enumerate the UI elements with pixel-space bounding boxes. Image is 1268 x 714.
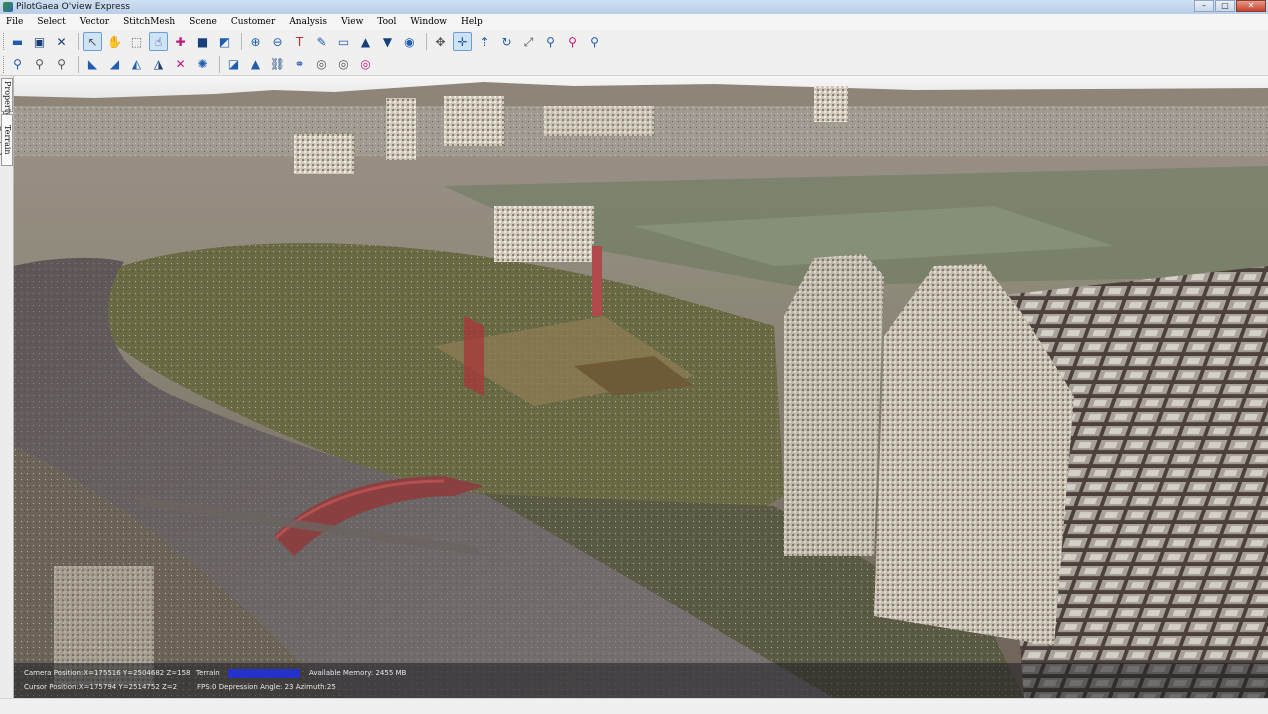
main-toolbar: ▬ ▣ ✕ ↖ ✋ ⬚ ☝ ✚ ■ ◩ ⊕ ⊖ T ✎ ▭ ▲ ▼ ◉ ✥ ✛ ⇡ ↻ ⤢ ⚲ ⚲ ⚲ (0, 30, 1268, 53)
title-bar: PilotGaea O'view Express – □ ✕ (0, 0, 1268, 14)
window-controls: – □ ✕ (1194, 0, 1266, 12)
menu-tool[interactable]: Tool (377, 17, 396, 27)
menu-bar: File Select Vector StitchMesh Scene Cust… (0, 14, 1268, 30)
fps-readout: FPS:0 Depression Angle: 23 Azimuth:25 (197, 683, 336, 691)
flatten-icon[interactable]: ▭ (334, 32, 353, 51)
menu-view[interactable]: View (341, 17, 363, 27)
menu-vector[interactable]: Vector (80, 17, 109, 27)
close-button[interactable]: ✕ (1236, 0, 1266, 12)
flood-icon[interactable]: ◮ (149, 55, 168, 74)
move-tool-icon[interactable]: ✥ (431, 32, 450, 51)
point-cloud-scene (14, 76, 1268, 698)
menu-customer[interactable]: Customer (231, 17, 276, 27)
remove-layer-icon[interactable]: ⊖ (268, 32, 287, 51)
toolbar-separator (78, 33, 79, 50)
toolbar-separator (241, 33, 242, 50)
move-axis-icon[interactable]: ✛ (453, 32, 472, 51)
pan-icon[interactable]: ✋ (105, 32, 124, 51)
select-pointer-icon[interactable]: ↖ (83, 32, 102, 51)
measure-distance-icon[interactable]: ⚲ (8, 55, 27, 74)
terrain-raise-icon[interactable]: ▲ (356, 32, 375, 51)
cursor-position-readout: Cursor Position:X=175794 Y=2514752 Z=2 (24, 683, 178, 691)
close-doc-icon[interactable]: ✕ (52, 32, 71, 51)
pin-red-icon[interactable]: ⚲ (563, 32, 582, 51)
edit-terrain-icon[interactable]: ✎ (312, 32, 331, 51)
slope-icon[interactable]: ◢ (105, 55, 124, 74)
side-tab-strip: Property Terrain Control (0, 76, 14, 698)
eye-icon[interactable]: ◎ (312, 55, 331, 74)
analysis-toolbar: ⚲ ⚲ ⚲ ◣ ◢ ◭ ◮ ✕ ✺ ◪ ▲ ⛓ ⚭ ◎ ◎ ◎ (0, 53, 1268, 76)
toolbar-separator (219, 55, 220, 73)
layer-select-icon[interactable]: ◩ (215, 32, 234, 51)
window-title: PilotGaea O'view Express (16, 2, 130, 12)
camera-position-readout: Camera Position:X=175516 Y=2504682 Z=158 (24, 669, 191, 677)
viewshed-icon[interactable]: ◪ (224, 55, 243, 74)
terrain-progress-bar (228, 669, 300, 678)
menu-help[interactable]: Help (461, 17, 483, 27)
toolbar-separator (426, 33, 427, 50)
measure-area-icon[interactable]: ⚲ (52, 55, 71, 74)
menu-scene[interactable]: Scene (189, 17, 217, 27)
rotate-icon[interactable]: ↻ (497, 32, 516, 51)
terrain-label: Terrain (196, 669, 220, 677)
menu-stitchmesh[interactable]: StitchMesh (123, 17, 175, 27)
toolbar-grip[interactable] (3, 33, 6, 50)
eye-clear-icon[interactable]: ◎ (356, 55, 375, 74)
globe-icon[interactable]: ◉ (400, 32, 419, 51)
hand-select-icon[interactable]: ☝ (149, 32, 168, 51)
eye-multi-icon[interactable]: ◎ (334, 55, 353, 74)
cut-fill-icon[interactable]: ◭ (127, 55, 146, 74)
add-point-icon[interactable]: ✚ (171, 32, 190, 51)
tab-terrain-control[interactable]: Terrain Control (0, 114, 13, 166)
maximize-button[interactable]: □ (1215, 0, 1235, 12)
rectangle-icon[interactable]: ■ (193, 32, 212, 51)
toolbar-separator (78, 55, 79, 73)
text-layer-icon[interactable]: T (290, 32, 309, 51)
zoom-box-icon[interactable]: ⬚ (127, 32, 146, 51)
measure-height-icon[interactable]: ⚲ (30, 55, 49, 74)
toolbar-grip[interactable] (3, 55, 6, 73)
pin-link-icon[interactable]: ⚲ (585, 32, 604, 51)
available-memory-readout: Available Memory: 2455 MB (309, 669, 407, 677)
settings-icon[interactable]: ✺ (193, 55, 212, 74)
add-layer-icon[interactable]: ⊕ (246, 32, 265, 51)
bottom-status-bar (0, 698, 1268, 714)
menu-select[interactable]: Select (37, 17, 65, 27)
scale-icon[interactable]: ⤢ (519, 32, 538, 51)
viewport-status-overlay: Camera Position:X=175516 Y=2504682 Z=158… (14, 663, 1268, 698)
move-up-icon[interactable]: ⇡ (475, 32, 494, 51)
profile-icon[interactable]: ◣ (83, 55, 102, 74)
app-logo-icon (3, 2, 13, 12)
menu-window[interactable]: Window (410, 17, 447, 27)
chain-icon[interactable]: ⚭ (290, 55, 309, 74)
pin-icon[interactable]: ⚲ (541, 32, 560, 51)
clear-analysis-icon[interactable]: ✕ (171, 55, 190, 74)
save-icon[interactable]: ▣ (30, 32, 49, 51)
tab-property[interactable]: Property (1, 78, 13, 116)
minimize-button[interactable]: – (1194, 0, 1214, 12)
3d-viewport[interactable]: Camera Position:X=175516 Y=2504682 Z=158… (14, 76, 1268, 698)
menu-analysis[interactable]: Analysis (289, 17, 327, 27)
menu-file[interactable]: File (6, 17, 23, 27)
triangle-icon[interactable]: ▲ (246, 55, 265, 74)
terrain-lower-icon[interactable]: ▼ (378, 32, 397, 51)
link-icon[interactable]: ⛓ (268, 55, 287, 74)
open-folder-icon[interactable]: ▬ (8, 32, 27, 51)
